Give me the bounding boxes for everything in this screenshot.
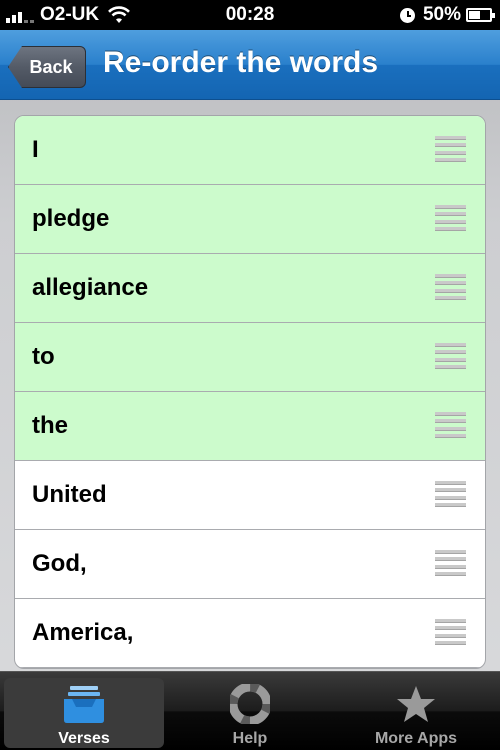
battery-icon	[466, 8, 495, 22]
page-title: Re-order the words	[103, 46, 379, 79]
word-label: pledge	[32, 205, 110, 232]
word-row[interactable]: God,	[15, 530, 485, 599]
tab-bar: Verses Help More Apps	[0, 671, 500, 750]
drag-handle-icon[interactable]	[435, 274, 466, 300]
word-label: America,	[32, 619, 134, 646]
lifebuoy-icon	[230, 684, 270, 724]
word-label: the	[32, 412, 68, 439]
status-bar: O2-UK 00:28 50%	[0, 0, 500, 30]
tab-help[interactable]: Help	[170, 678, 330, 748]
drag-handle-icon[interactable]	[435, 343, 466, 369]
word-label: allegiance	[32, 274, 149, 301]
tab-label-more-apps: More Apps	[374, 730, 458, 747]
tab-verses[interactable]: Verses	[4, 678, 164, 748]
word-row[interactable]: United	[15, 461, 485, 530]
word-row[interactable]: pledge	[15, 185, 485, 254]
drag-handle-icon[interactable]	[435, 481, 466, 507]
drag-handle-icon[interactable]	[435, 412, 466, 438]
word-row[interactable]: to	[15, 323, 485, 392]
back-button[interactable]: Back	[8, 46, 86, 88]
word-row[interactable]: America,	[15, 599, 485, 668]
tab-label-verses: Verses	[58, 730, 110, 747]
drag-handle-icon[interactable]	[435, 550, 466, 576]
word-label: to	[32, 343, 55, 370]
navigation-bar: Back Re-order the words	[0, 30, 500, 100]
drag-handle-icon[interactable]	[435, 619, 466, 645]
app-screen: O2-UK 00:28 50% Back Re-order the words …	[0, 0, 500, 750]
word-label: God,	[32, 550, 87, 577]
word-list: Ipledge allegiance to the United God, America,	[14, 115, 486, 669]
word-row[interactable]: the	[15, 392, 485, 461]
word-row[interactable]: I	[15, 116, 485, 185]
star-icon	[397, 686, 435, 722]
drag-handle-icon[interactable]	[435, 205, 466, 231]
clock-icon	[399, 7, 415, 23]
drag-handle-icon[interactable]	[435, 136, 466, 162]
tab-label-help: Help	[232, 730, 268, 747]
inbox-tray-icon	[64, 686, 104, 723]
tab-more-apps[interactable]: More Apps	[336, 678, 496, 748]
battery-percent: 50%	[422, 4, 461, 25]
word-label: I	[32, 136, 39, 163]
word-label: United	[32, 481, 107, 508]
status-right: 50%	[399, 4, 495, 26]
word-row[interactable]: allegiance	[15, 254, 485, 323]
